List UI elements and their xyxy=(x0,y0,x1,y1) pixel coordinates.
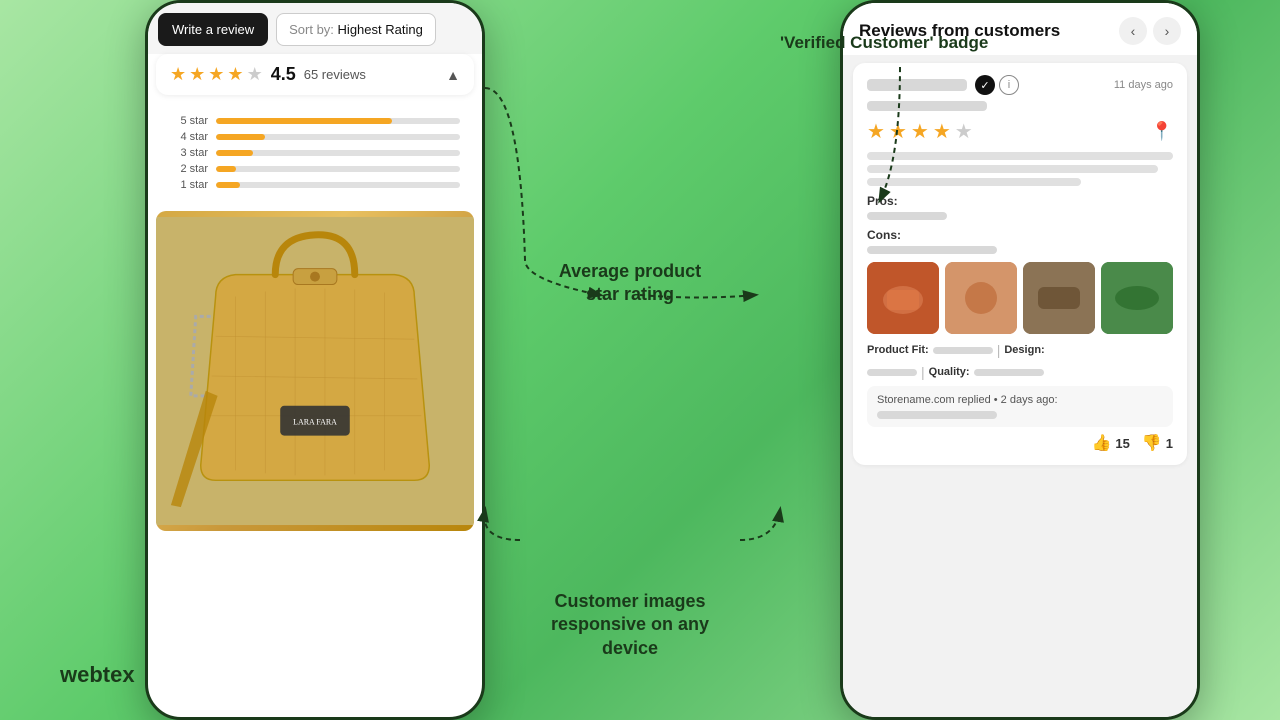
quality-label: Quality: xyxy=(929,366,970,378)
review-date: 11 days ago xyxy=(1114,79,1173,91)
star-label-1: 1 star xyxy=(170,179,208,191)
star-5-half: ★ xyxy=(247,64,263,85)
attr-separator-2: | xyxy=(921,364,925,380)
sort-value: Highest Rating xyxy=(338,22,423,37)
sort-label: Sort by: xyxy=(289,22,334,37)
rating-number: 4.5 xyxy=(271,64,296,85)
store-reply-text: Storename.com replied • 2 days ago: xyxy=(877,394,1163,406)
r-star-5: ★ xyxy=(955,119,973,144)
r-star-4: ★ xyxy=(933,119,951,144)
left-phone: Write a review Sort by: Highest Rating ★… xyxy=(145,0,485,720)
helpful-count: 15 xyxy=(1115,436,1129,451)
bar-bg-1 xyxy=(216,182,460,188)
review-stars: ★ ★ ★ ★ ★ 📍 xyxy=(867,119,1173,144)
nav-next-button[interactable]: › xyxy=(1153,17,1181,45)
write-review-button[interactable]: Write a review xyxy=(158,13,268,46)
arrow-customer-images-right xyxy=(740,510,780,540)
unhelpful-count: 1 xyxy=(1166,436,1173,451)
product-image: LARA FARA xyxy=(156,211,474,531)
verified-badge: ✓ i xyxy=(975,75,1019,95)
product-fit-bar xyxy=(933,347,993,354)
star-bar-2: 2 star xyxy=(170,163,460,175)
pros-label: Pros: xyxy=(867,194,1173,208)
review-image-3[interactable] xyxy=(1023,262,1095,334)
bar-bg-2 xyxy=(216,166,460,172)
check-icon: ✓ xyxy=(975,75,995,95)
nav-arrows: ‹ › xyxy=(1119,17,1181,45)
reviewer-row: ✓ i 11 days ago xyxy=(867,75,1173,95)
star-label-5: 5 star xyxy=(170,115,208,127)
thumbs-down-button[interactable]: 👎 1 xyxy=(1142,433,1173,453)
r-star-1: ★ xyxy=(867,119,885,144)
thumbs-up-icon: 👍 xyxy=(1091,433,1111,453)
verified-badge-annotation: 'Verified Customer' badge xyxy=(780,32,988,54)
thumbs-up-button[interactable]: 👍 15 xyxy=(1091,433,1129,453)
star-3: ★ xyxy=(208,64,224,85)
rating-summary: ★ ★ ★ ★ ★ 4.5 65 reviews ▲ xyxy=(156,54,474,95)
chevron-up-icon[interactable]: ▲ xyxy=(446,67,460,83)
star-breakdown: 5 star 4 star 3 star 2 star 1 star xyxy=(156,101,474,205)
design-label: Design: xyxy=(1004,344,1044,356)
location-pin-icon: 📍 xyxy=(1151,121,1173,142)
store-reply: Storename.com replied • 2 days ago: xyxy=(867,386,1173,427)
product-fit-label: Product Fit: xyxy=(867,344,929,356)
review-images xyxy=(867,262,1173,334)
bar-bg-5 xyxy=(216,118,460,124)
reviewer-name-placeholder xyxy=(867,79,967,91)
brand-label: webtex xyxy=(60,661,135,690)
review-image-4[interactable] xyxy=(1101,262,1173,334)
attributes-row: Product Fit: | Design: xyxy=(867,342,1173,358)
r-star-2: ★ xyxy=(889,119,907,144)
star-4: ★ xyxy=(227,64,243,85)
customer-images-annotation: Customer imagesresponsive on anydevice xyxy=(510,590,750,660)
stars-row: ★ ★ ★ ★ ★ xyxy=(170,64,263,85)
svg-text:LARA FARA: LARA FARA xyxy=(293,418,337,427)
thumbs-down-icon: 👎 xyxy=(1142,433,1162,453)
cons-label: Cons: xyxy=(867,228,1173,242)
attr-separator: | xyxy=(997,342,1001,358)
helpful-row: 👍 15 👎 1 xyxy=(867,433,1173,453)
pros-section: Pros: xyxy=(867,194,1173,220)
star-label-4: 4 star xyxy=(170,131,208,143)
design-bar xyxy=(867,369,917,376)
right-phone-inner: Reviews from customers ‹ › ✓ i 11 days a… xyxy=(843,3,1197,717)
star-bar-4: 4 star xyxy=(170,131,460,143)
reply-bar xyxy=(877,411,997,419)
pros-value-placeholder xyxy=(867,212,947,220)
star-bar-3: 3 star xyxy=(170,147,460,159)
star-bar-1: 1 star xyxy=(170,179,460,191)
review-text-line-2 xyxy=(867,165,1158,173)
reviews-count: 65 reviews xyxy=(304,67,438,82)
top-actions: Write a review Sort by: Highest Rating xyxy=(148,3,482,54)
cons-section: Cons: xyxy=(867,228,1173,254)
right-phone: Reviews from customers ‹ › ✓ i 11 days a… xyxy=(840,0,1200,720)
star-1: ★ xyxy=(170,64,186,85)
attributes-row-2: | Quality: xyxy=(867,364,1173,380)
info-icon[interactable]: i xyxy=(999,75,1019,95)
nav-prev-button[interactable]: ‹ xyxy=(1119,17,1147,45)
quality-bar xyxy=(974,369,1044,376)
star-bar-5: 5 star xyxy=(170,115,460,127)
review-text-line-3 xyxy=(867,178,1081,186)
star-2: ★ xyxy=(189,64,205,85)
avg-rating-annotation: Average productstar rating xyxy=(530,260,730,307)
arrow-customer-images-left xyxy=(484,510,520,540)
star-label-2: 2 star xyxy=(170,163,208,175)
review-title-placeholder xyxy=(867,101,987,111)
bag-svg: LARA FARA xyxy=(156,211,474,531)
bar-bg-4 xyxy=(216,134,460,140)
bar-bg-3 xyxy=(216,150,460,156)
r-star-3: ★ xyxy=(911,119,929,144)
review-text-line-1 xyxy=(867,152,1173,160)
review-image-1[interactable] xyxy=(867,262,939,334)
star-label-3: 3 star xyxy=(170,147,208,159)
sort-button[interactable]: Sort by: Highest Rating xyxy=(276,13,436,46)
review-card: ✓ i 11 days ago ★ ★ ★ ★ ★ 📍 xyxy=(853,63,1187,465)
review-image-2[interactable] xyxy=(945,262,1017,334)
cons-value-placeholder xyxy=(867,246,997,254)
